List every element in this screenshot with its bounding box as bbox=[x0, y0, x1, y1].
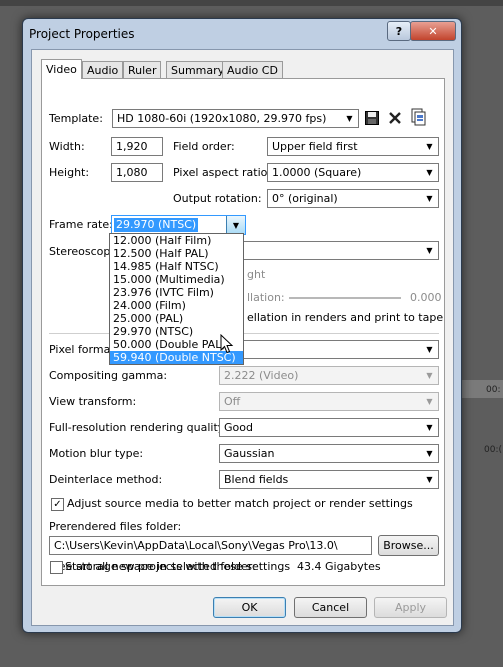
frame-rate-option[interactable]: 12.000 (Half Film) bbox=[110, 234, 243, 247]
pixel-aspect-label: Pixel aspect ratio: bbox=[173, 166, 272, 179]
motion-blur-value: Gaussian bbox=[224, 447, 275, 460]
save-template-icon[interactable] bbox=[363, 109, 381, 127]
chevron-down-icon: ▼ bbox=[426, 194, 433, 203]
prerendered-folder-field[interactable]: C:\Users\Kevin\AppData\Local\Sony\Vegas … bbox=[49, 536, 372, 555]
deinterlace-select[interactable]: Blend fields ▼ bbox=[219, 470, 439, 489]
section-divider bbox=[49, 333, 439, 334]
chevron-down-icon: ▼ bbox=[426, 449, 433, 458]
frame-rate-option[interactable]: 15.000 (Multimedia) bbox=[110, 273, 243, 286]
tab-audio-cd[interactable]: Audio CD bbox=[222, 61, 283, 78]
field-order-select[interactable]: Upper field first ▼ bbox=[267, 137, 439, 156]
full-res-quality-value: Good bbox=[224, 421, 253, 434]
chevron-down-icon: ▼ bbox=[426, 345, 433, 354]
view-transform-select[interactable]: Off ▼ bbox=[219, 392, 439, 411]
help-button[interactable]: ? bbox=[387, 21, 411, 41]
browse-button[interactable]: Browse... bbox=[378, 535, 439, 556]
output-rotation-label: Output rotation: bbox=[173, 192, 262, 205]
motion-blur-select[interactable]: Gaussian ▼ bbox=[219, 444, 439, 463]
apply-button[interactable]: Apply bbox=[374, 597, 447, 618]
start-new-projects-label: Start all new projects with these settin… bbox=[65, 560, 291, 573]
background-time-label: 00:( bbox=[484, 445, 502, 455]
match-media-settings-icon[interactable] bbox=[409, 108, 427, 126]
project-properties-dialog: Project Properties ? ✕ Video Audio Ruler… bbox=[22, 18, 462, 633]
field-order-label: Field order: bbox=[173, 140, 235, 153]
chevron-down-icon: ▼ bbox=[426, 142, 433, 151]
frame-rate-option[interactable]: 24.000 (Film) bbox=[110, 299, 243, 312]
background-app-strip-top bbox=[0, 0, 503, 6]
motion-blur-label: Motion blur type: bbox=[49, 447, 144, 460]
deinterlace-label: Deinterlace method: bbox=[49, 473, 163, 486]
parallax-label-partial: llation: bbox=[247, 291, 285, 304]
tab-audio[interactable]: Audio bbox=[82, 61, 124, 78]
chevron-down-icon: ▼ bbox=[426, 475, 433, 484]
template-label: Template: bbox=[49, 112, 103, 125]
chevron-down-icon: ▼ bbox=[426, 423, 433, 432]
parallax-value: 0.000 bbox=[410, 291, 442, 304]
prerendered-folder-label: Prerendered files folder: bbox=[49, 520, 182, 533]
frame-rate-option[interactable]: 14.985 (Half NTSC) bbox=[110, 260, 243, 273]
frame-rate-option[interactable]: 12.500 (Half PAL) bbox=[110, 247, 243, 260]
mouse-pointer-icon bbox=[220, 333, 234, 357]
compositing-gamma-value: 2.222 (Video) bbox=[224, 369, 299, 382]
field-order-value: Upper field first bbox=[272, 140, 358, 153]
full-res-quality-label: Full-resolution rendering quality: bbox=[49, 421, 228, 434]
ok-button[interactable]: OK bbox=[213, 597, 286, 618]
template-value: HD 1080-60i (1920x1080, 29.970 fps) bbox=[117, 112, 327, 125]
background-time-label: 00: bbox=[486, 385, 501, 395]
view-transform-value: Off bbox=[224, 395, 241, 408]
chevron-down-icon: ▼ bbox=[426, 168, 433, 177]
pixel-aspect-value: 1.0000 (Square) bbox=[272, 166, 362, 179]
cancel-button[interactable]: Cancel bbox=[294, 597, 367, 618]
output-rotation-select[interactable]: 0° (original) ▼ bbox=[267, 189, 439, 208]
pixel-format-select[interactable]: ▼ bbox=[219, 340, 439, 359]
full-res-quality-select[interactable]: Good ▼ bbox=[219, 418, 439, 437]
template-select[interactable]: HD 1080-60i (1920x1080, 29.970 fps) ▼ bbox=[112, 109, 359, 128]
frame-rate-label: Frame rate: bbox=[49, 218, 113, 231]
chevron-down-icon: ▼ bbox=[426, 397, 433, 406]
width-field[interactable]: 1,920 bbox=[111, 137, 163, 156]
crosstalk-note-partial: ellation in renders and print to tape bbox=[247, 311, 444, 324]
compositing-gamma-select[interactable]: 2.222 (Video) ▼ bbox=[219, 366, 439, 385]
stereoscopic-select[interactable]: ▼ bbox=[218, 241, 439, 260]
frame-rate-value: 29.970 (NTSC) bbox=[114, 218, 199, 232]
pixel-format-label: Pixel format: bbox=[49, 343, 119, 356]
chevron-down-icon: ▼ bbox=[426, 371, 433, 380]
deinterlace-value: Blend fields bbox=[224, 473, 289, 486]
close-button[interactable]: ✕ bbox=[410, 21, 456, 41]
view-transform-label: View transform: bbox=[49, 395, 137, 408]
dialog-title: Project Properties bbox=[29, 27, 135, 41]
chevron-down-icon: ▼ bbox=[426, 246, 433, 255]
frame-rate-option[interactable]: 23.976 (IVTC Film) bbox=[110, 286, 243, 299]
output-rotation-value: 0° (original) bbox=[272, 192, 338, 205]
tab-ruler[interactable]: Ruler bbox=[123, 61, 162, 78]
parallax-slider[interactable] bbox=[289, 297, 401, 300]
tab-video[interactable]: Video bbox=[41, 59, 82, 79]
frame-rate-select[interactable]: 29.970 (NTSC) ▼ bbox=[111, 215, 246, 235]
adjust-source-checkbox[interactable]: ✓ bbox=[51, 498, 64, 511]
height-label: Height: bbox=[49, 166, 90, 179]
width-label: Width: bbox=[49, 140, 85, 153]
pixel-aspect-select[interactable]: 1.0000 (Square) ▼ bbox=[267, 163, 439, 182]
free-storage-value: 43.4 Gigabytes bbox=[297, 560, 381, 573]
chevron-down-icon[interactable]: ▼ bbox=[226, 216, 245, 234]
adjust-source-label: Adjust source media to better match proj… bbox=[67, 497, 413, 510]
chevron-down-icon: ▼ bbox=[346, 114, 353, 123]
dialog-client-area: Video Audio Ruler Summary Audio CD Templ… bbox=[31, 49, 454, 626]
height-field[interactable]: 1,080 bbox=[111, 163, 163, 182]
tab-summary[interactable]: Summary bbox=[166, 61, 230, 78]
start-new-projects-checkbox[interactable] bbox=[50, 561, 63, 574]
frame-rate-option[interactable]: 25.000 (PAL) bbox=[110, 312, 243, 325]
compositing-gamma-label: Compositing gamma: bbox=[49, 369, 168, 382]
delete-template-icon[interactable] bbox=[386, 109, 404, 127]
swap-left-right-partial: ght bbox=[247, 268, 266, 281]
